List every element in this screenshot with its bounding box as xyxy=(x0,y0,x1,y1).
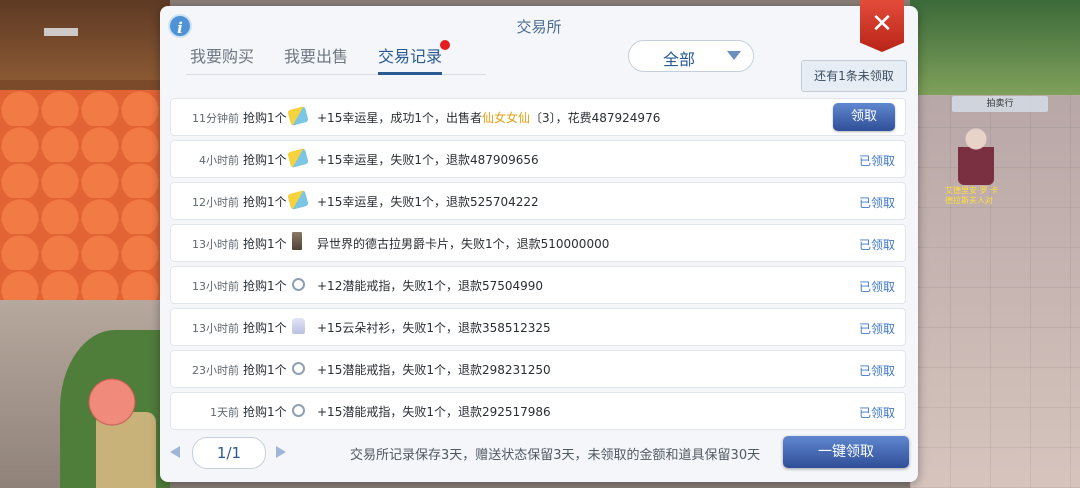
tab-bar: 我要购买 我要出售 交易记录 xyxy=(186,40,486,75)
notification-dot xyxy=(440,40,451,50)
claimed-status: 已领取 xyxy=(858,322,895,336)
stone-floor xyxy=(910,95,1080,488)
record-time: 13小时前 xyxy=(192,322,239,335)
record-row: 1天前 抢购1个 +15潜能戒指，失败1个，退款292517986 已领取 xyxy=(170,392,906,430)
record-action: 抢购1个 xyxy=(243,321,287,335)
record-desc: +15潜能戒指，失败1个，退款292517986 xyxy=(317,405,551,419)
ticket-icon xyxy=(287,189,309,211)
record-row: 23小时前 抢购1个 +15潜能戒指，失败1个，退款298231250 已领取 xyxy=(170,350,906,388)
roof-tiles xyxy=(0,80,170,320)
record-desc: +15幸运星，成功1个，出售者仙女女仙〔3〕，花费487924976 xyxy=(317,109,660,126)
desc-prefix: +15幸运星，成功1个，出售者 xyxy=(317,111,482,125)
tab-records-label: 交易记录 xyxy=(378,47,443,66)
claim-all-button[interactable]: 一键领取 xyxy=(783,436,909,468)
prev-page-icon[interactable] xyxy=(170,446,180,458)
record-action: 抢购1个 xyxy=(243,195,287,209)
panel-title: 交易所 xyxy=(516,18,562,36)
record-time: 23小时前 xyxy=(192,364,239,377)
mascot-character xyxy=(82,376,142,436)
record-row: 13小时前 抢购1个 +15云朵衬衫，失败1个，退款358512325 已领取 xyxy=(170,308,906,346)
shirt-icon xyxy=(292,318,305,334)
record-action: 抢购1个 xyxy=(243,153,287,167)
record-row: 12小时前 抢购1个 +15幸运星，失败1个，退款525704222 已领取 xyxy=(170,182,906,220)
record-row: 4小时前 抢购1个 +15幸运星，失败1个，退款487909656 已领取 xyxy=(170,140,906,178)
record-action: 抢购1个 xyxy=(243,363,287,377)
record-desc: +15幸运星，失败1个，退款487909656 xyxy=(317,153,539,167)
claimed-status: 已领取 xyxy=(858,154,895,168)
record-action: 抢购1个 xyxy=(243,237,287,251)
record-row: 13小时前 抢购1个 异世界的德古拉男爵卡片，失败1个，退款510000000 … xyxy=(170,224,906,262)
trees xyxy=(910,0,1080,95)
record-desc: +15幸运星，失败1个，退款525704222 xyxy=(317,195,539,209)
next-page-icon[interactable] xyxy=(276,446,286,458)
filter-dropdown[interactable]: 全部 xyxy=(628,40,754,72)
tab-records[interactable]: 交易记录 xyxy=(378,40,451,75)
ticket-icon xyxy=(287,147,309,169)
record-action: 抢购1个 xyxy=(243,111,287,125)
exchange-panel: i 交易所 我要购买 我要出售 交易记录 全部 ✕ 还有1条未领取 11分钟前 … xyxy=(160,0,918,482)
filter-selected: 全部 xyxy=(662,50,695,69)
npc-character[interactable] xyxy=(958,125,994,185)
record-time: 11分钟前 xyxy=(192,112,239,125)
desc-suffix: 〔3〕，花费487924976 xyxy=(529,111,661,125)
record-desc: +15潜能戒指，失败1个，退款298231250 xyxy=(317,363,551,377)
record-time: 13小时前 xyxy=(192,280,239,293)
claimed-status: 已领取 xyxy=(858,364,895,378)
record-time: 4小时前 xyxy=(199,154,239,167)
record-time: 12小时前 xyxy=(192,196,239,209)
record-action: 抢购1个 xyxy=(243,279,287,293)
record-desc: +12潜能戒指，失败1个，退款57504990 xyxy=(317,279,544,293)
card-icon xyxy=(292,232,302,250)
pending-notice: 还有1条未领取 xyxy=(801,60,907,92)
chevron-down-icon xyxy=(727,51,741,60)
tab-buy[interactable]: 我要购买 xyxy=(190,46,254,72)
claimed-status: 已领取 xyxy=(858,238,895,252)
claim-button[interactable]: 领取 xyxy=(833,103,895,131)
player-tag xyxy=(44,28,78,36)
record-action: 抢购1个 xyxy=(243,405,287,419)
npc-subtitle: 艾德里安·罗 卡德拉斯夫人对 xyxy=(945,186,999,205)
claimed-status: 已领取 xyxy=(858,280,895,294)
seller-name[interactable]: 仙女女仙 xyxy=(482,111,530,125)
ticket-icon xyxy=(287,105,309,127)
npc-nameplate: 拍卖行 xyxy=(952,96,1048,112)
claimed-status: 已领取 xyxy=(858,196,895,210)
claimed-status: 已领取 xyxy=(858,406,895,420)
record-list[interactable]: 11分钟前 抢购1个 +15幸运星，成功1个，出售者仙女女仙〔3〕，花费4879… xyxy=(170,98,908,430)
record-row: 11分钟前 抢购1个 +15幸运星，成功1个，出售者仙女女仙〔3〕，花费4879… xyxy=(170,98,906,136)
ring-icon xyxy=(292,278,305,291)
wooden-beam xyxy=(0,0,170,82)
record-desc: 异世界的德古拉男爵卡片，失败1个，退款510000000 xyxy=(317,237,610,251)
ring-icon xyxy=(292,404,305,417)
close-button[interactable]: ✕ xyxy=(860,0,904,52)
record-time: 1天前 xyxy=(210,406,239,419)
record-desc: +15云朵衬衫，失败1个，退款358512325 xyxy=(317,321,551,335)
tab-sell[interactable]: 我要出售 xyxy=(284,46,348,72)
page-indicator: 1/1 xyxy=(192,437,266,469)
retention-note: 交易所记录保存3天，赠送状态保留3天，未领取的金额和道具保留30天 xyxy=(350,448,761,463)
record-row: 13小时前 抢购1个 +12潜能戒指，失败1个，退款57504990 已领取 xyxy=(170,266,906,304)
record-time: 13小时前 xyxy=(192,238,239,251)
ring-icon xyxy=(292,362,305,375)
